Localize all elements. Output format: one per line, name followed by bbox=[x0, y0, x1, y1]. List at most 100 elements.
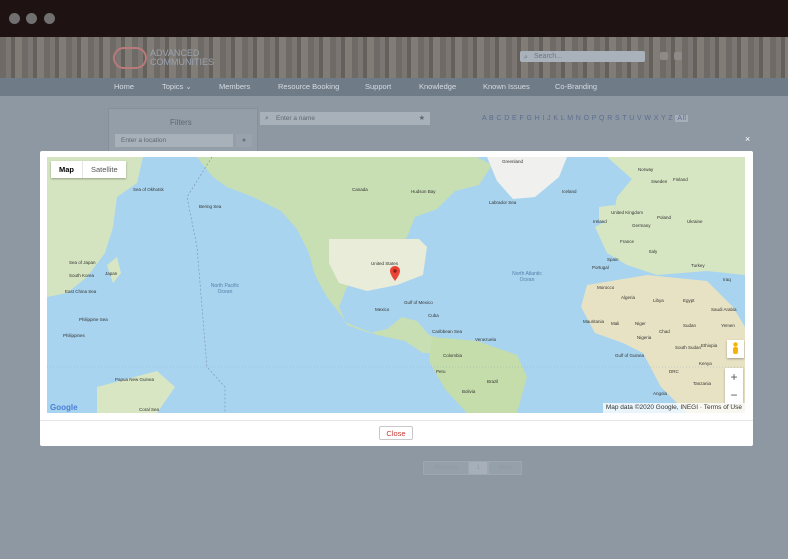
map-label-egypt: Egypt bbox=[683, 298, 695, 303]
modal-close-x-icon[interactable]: × bbox=[745, 134, 750, 144]
search-icon: ⌕ bbox=[524, 54, 528, 61]
map-label-poland: Poland bbox=[657, 215, 672, 220]
nav-item-knowledge[interactable]: Knowledge bbox=[419, 82, 456, 91]
map-label-chad: Chad bbox=[659, 329, 670, 334]
alphabet-letters[interactable]: A B C D E F G H I J K L M N O P Q R S T … bbox=[482, 115, 673, 122]
map-label-mauritania: Mauritania bbox=[583, 319, 605, 324]
modal-divider bbox=[40, 420, 753, 421]
pager-next[interactable]: Next bbox=[488, 461, 522, 475]
map-label-papua-new-guinea: Papua New Guinea bbox=[115, 377, 155, 382]
map-label-gulf-of-guinea: Gulf of Guinea bbox=[615, 353, 645, 358]
location-input[interactable]: Enter a location bbox=[115, 134, 233, 147]
map-label-nigeria: Nigeria bbox=[637, 335, 652, 340]
member-name-input[interactable]: ⌕ Enter a name ★ bbox=[260, 112, 430, 125]
avatar[interactable] bbox=[674, 52, 682, 60]
location-pin-icon[interactable]: ● bbox=[236, 134, 252, 147]
name-placeholder: Enter a name bbox=[276, 115, 316, 122]
map-label-north-pacific: North Pacific Ocean bbox=[210, 283, 240, 295]
map-label-peru: Peru bbox=[436, 369, 446, 374]
filters-title: Filters bbox=[170, 118, 192, 127]
marker-dot bbox=[393, 269, 397, 273]
map-label-coral-sea: Coral Sea bbox=[139, 407, 160, 412]
nav-item-topics[interactable]: Topics ⌄ bbox=[162, 82, 192, 91]
map-label-drc: DRC bbox=[669, 369, 679, 374]
map-label-kenya: Kenya bbox=[699, 361, 712, 366]
japan-landmass bbox=[107, 257, 121, 283]
map-label-philippines: Philippines bbox=[63, 333, 85, 338]
site-logo-text: ADVANCED COMMUNITIES bbox=[150, 48, 214, 67]
alphabet-all[interactable]: All bbox=[675, 115, 689, 122]
map-label-south-korea: South Korea bbox=[69, 273, 95, 278]
site-search-input[interactable]: ⌕ Search... bbox=[520, 51, 645, 62]
map-label-venezuela: Venezuela bbox=[475, 337, 497, 342]
search-placeholder: Search... bbox=[534, 53, 563, 60]
map-label-greenland: Greenland bbox=[502, 159, 524, 164]
window-close-dot[interactable] bbox=[9, 13, 20, 24]
map-label-ireland: Ireland bbox=[593, 219, 607, 224]
map-label-cuba: Cuba bbox=[428, 313, 439, 318]
map-label-philippine-sea: Philippine Sea bbox=[79, 317, 108, 322]
map-label-france: France bbox=[620, 239, 635, 244]
zoom-out-button[interactable]: − bbox=[725, 386, 743, 404]
nav-item-home[interactable]: Home bbox=[114, 82, 134, 91]
map-label-germany: Germany bbox=[632, 223, 651, 228]
main-nav: Home Topics ⌄ Members Resource Booking S… bbox=[0, 78, 788, 96]
zoom-control: + − bbox=[725, 368, 743, 404]
map-label-bering-sea: Bering Sea bbox=[199, 204, 222, 209]
map-label-caribbean-sea: Caribbean Sea bbox=[432, 329, 463, 334]
window-minimize-dot[interactable] bbox=[26, 13, 37, 24]
search-icon: ⌕ bbox=[265, 115, 269, 122]
google-map[interactable]: Map Satellite Greenland Iceland Canada H… bbox=[47, 157, 745, 413]
map-label-libya: Libya bbox=[653, 298, 664, 303]
map-toggle-satellite[interactable]: Satellite bbox=[82, 161, 126, 178]
south-america-landmass bbox=[429, 337, 527, 413]
map-type-toggle[interactable]: Map Satellite bbox=[51, 161, 126, 178]
map-label-japan: Japan bbox=[105, 271, 118, 276]
map-label-sea-of-okhotsk: Sea of Okhotsk bbox=[133, 187, 164, 192]
map-marker-icon[interactable] bbox=[390, 266, 400, 281]
pager-page[interactable]: 1 bbox=[468, 461, 488, 475]
star-icon[interactable]: ★ bbox=[419, 112, 425, 125]
pager-previous[interactable]: Previous bbox=[423, 461, 469, 475]
map-label-yemen: Yemen bbox=[721, 323, 735, 328]
street-view-pegman-icon[interactable] bbox=[727, 340, 744, 358]
close-button[interactable]: Close bbox=[379, 426, 413, 440]
map-label-sweden: Sweden bbox=[651, 179, 668, 184]
zoom-in-button[interactable]: + bbox=[725, 368, 743, 386]
map-label-canada: Canada bbox=[352, 187, 368, 192]
map-label-north-atlantic: North Atlantic Ocean bbox=[512, 271, 542, 283]
nav-item-known-issues[interactable]: Known Issues bbox=[483, 82, 530, 91]
map-label-east-china-sea: East China Sea bbox=[65, 289, 97, 294]
marker-pin[interactable] bbox=[390, 266, 400, 281]
nav-item-members[interactable]: Members bbox=[219, 82, 250, 91]
map-label-spain: Spain bbox=[607, 257, 619, 262]
map-label-ethiopia: Ethiopia bbox=[701, 343, 718, 348]
map-label-niger: Niger bbox=[635, 321, 646, 326]
map-toggle-map[interactable]: Map bbox=[51, 161, 82, 178]
site-logo-icon[interactable] bbox=[113, 47, 147, 69]
map-label-finland: Finland bbox=[673, 177, 688, 182]
map-label-mexico: Mexico bbox=[375, 307, 390, 312]
notification-icon[interactable] bbox=[660, 52, 668, 60]
window-maximize-dot[interactable] bbox=[44, 13, 55, 24]
map-label-norway: Norway bbox=[638, 167, 654, 172]
map-label-iceland: Iceland bbox=[562, 189, 577, 194]
map-label-sudan: Sudan bbox=[683, 323, 697, 328]
nav-item-support[interactable]: Support bbox=[365, 82, 391, 91]
asia-landmass bbox=[47, 157, 143, 297]
map-label-sea-of-japan: Sea of Japan bbox=[69, 260, 96, 265]
google-logo[interactable]: Google bbox=[50, 403, 78, 412]
map-label-iraq: Iraq bbox=[723, 277, 731, 282]
alphabet-filter[interactable]: A B C D E F G H I J K L M N O P Q R S T … bbox=[482, 115, 689, 122]
map-label-angola: Angola bbox=[653, 391, 668, 396]
map-label-brazil: Brazil bbox=[487, 379, 499, 384]
browser-title-bar bbox=[0, 0, 788, 37]
map-label-algeria: Algeria bbox=[621, 295, 636, 300]
nav-item-co-branding[interactable]: Co-Branding bbox=[555, 82, 597, 91]
nav-item-resource-booking[interactable]: Resource Booking bbox=[278, 82, 339, 91]
map-attribution[interactable]: Map data ©2020 Google, INEGI · Terms of … bbox=[602, 403, 745, 413]
map-label-ukraine: Ukraine bbox=[687, 219, 703, 224]
map-label-tanzania: Tanzania bbox=[693, 381, 712, 386]
map-canvas[interactable] bbox=[47, 157, 745, 413]
map-label-south-sudan: South Sudan bbox=[675, 345, 702, 350]
